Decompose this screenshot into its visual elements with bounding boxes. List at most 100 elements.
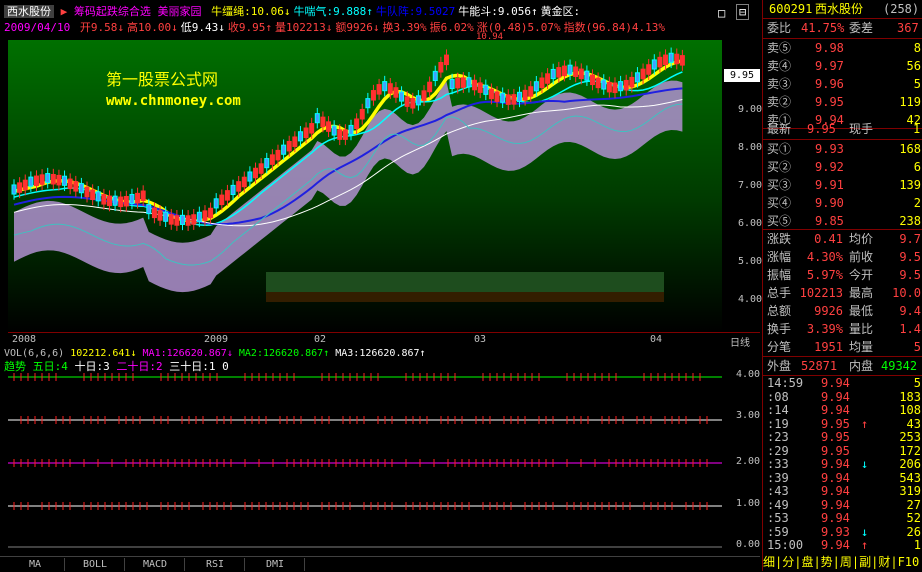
trend-10day-value: 3 [103, 360, 110, 373]
price-tick: 7.00 [738, 180, 763, 191]
tab-ma[interactable]: MA [6, 558, 65, 571]
indicator-2: 牛队阵:9.5027 [375, 5, 456, 18]
quote-0: 开9.58↓ [79, 21, 124, 34]
candle-body [281, 144, 287, 155]
candle-body [500, 92, 506, 103]
signal-tick: 1.00 [736, 498, 761, 509]
formula-name-1[interactable]: 筹码起跌综合选 [74, 5, 151, 18]
tick-t: :14 [767, 403, 789, 417]
candle-body [640, 68, 646, 80]
hand-label: 现手 [849, 122, 874, 136]
candle-body [601, 79, 607, 90]
trend-0-value: 0 [222, 360, 229, 373]
candle-body [337, 129, 343, 140]
arrow-down-icon: ↓ [226, 348, 233, 359]
signal-tick: 0.00 [736, 539, 761, 550]
candle-body [533, 81, 539, 92]
tick-v: 183 [899, 389, 921, 404]
trend-10day-label: 十日: [74, 360, 104, 373]
candle-body [432, 70, 438, 82]
tick-p: 9.94 [821, 470, 850, 485]
arrow-down-icon: ↓ [130, 348, 137, 359]
stat-l2: 前收 [849, 250, 874, 264]
trend-5day-label: 五日: [32, 360, 62, 373]
candle-body [191, 214, 197, 225]
tick-t: :23 [767, 430, 789, 444]
candle-body [168, 214, 174, 225]
candle-body [561, 65, 567, 77]
current-price-marker: 9.95 [724, 69, 760, 82]
trend-30day-label: 三十日: [169, 360, 209, 373]
candle-body [399, 91, 405, 102]
stat-l1: 涨跌 [767, 232, 792, 246]
stat-v2: 9.5 [899, 250, 921, 264]
candle-body [106, 195, 112, 207]
latest-label: 最新 [767, 122, 792, 136]
trend-20day-value: 2 [156, 360, 163, 373]
tick-p: 9.94 [821, 538, 850, 552]
restore-icon[interactable]: ⊟ [736, 4, 750, 20]
stat-l1: 换手 [767, 322, 792, 336]
stat-v2: 9.4 [899, 304, 921, 318]
candle-body [438, 62, 444, 73]
formula-name-2[interactable]: 美丽家园 [158, 5, 202, 18]
candle-body [545, 73, 551, 84]
sell-level-vol: 8 [913, 41, 921, 55]
candle-body [511, 94, 517, 105]
buy-level-label: 买② [767, 160, 792, 174]
volume-indicator-line: VOL(6,6,6) 102212.641↓ MA1:126620.867↓ M… [4, 347, 760, 360]
tick-t: :49 [767, 497, 789, 512]
tick-v: 172 [899, 443, 921, 458]
stock-name[interactable]: 西水股份 [4, 5, 54, 18]
candle-body [663, 54, 669, 66]
stat-l2: 今开 [849, 268, 874, 282]
candle-body [410, 98, 416, 109]
indicator-tabs: MA BOLL MACD RSI DMI [0, 556, 760, 572]
buy-level-vol: 238 [899, 214, 921, 228]
buy-level-label: 买④ [767, 196, 792, 210]
tick-a: ↓ [861, 524, 869, 539]
price-tick: 4.00 [738, 294, 763, 305]
tick-t: :29 [767, 443, 789, 458]
candle-body [253, 167, 259, 179]
candle-body [634, 72, 640, 83]
trend-signal-chart[interactable] [8, 373, 722, 553]
stat-v1: 0.41 [814, 232, 843, 246]
candle-body [28, 176, 34, 187]
watermark-title: 第一股票公式网 [106, 70, 219, 89]
buy-level-price: 9.91 [815, 178, 844, 192]
buy-level-vol: 168 [899, 142, 921, 156]
vol-ma1: MA1:126620.867 [142, 348, 227, 359]
tick-p: 9.94 [821, 484, 850, 498]
candle-body [370, 90, 376, 101]
inner-label: 内盘 [849, 359, 874, 373]
tick-t: :08 [767, 389, 789, 404]
tick-v: 1 [913, 538, 921, 552]
watermark-url: www.chnmoney.com [106, 93, 241, 109]
candle-body [359, 108, 365, 120]
panel-tabs[interactable]: 细|分|盘|势|周|副|财|F10|论 [763, 553, 922, 571]
stock-code: 600291 [769, 2, 813, 16]
candle-body [556, 67, 562, 78]
vol-ma3: MA3:126620.867 [335, 348, 420, 359]
candle-body [387, 83, 393, 94]
stat-l1: 分笔 [767, 340, 792, 354]
candle-body [326, 121, 332, 132]
quote-panel: 600291 西水股份 (258) 委比 41.75% 委差 367 卖⑤ 9.9… [762, 0, 922, 571]
tab-dmi[interactable]: DMI [246, 558, 305, 571]
date-tick: 03 [474, 334, 487, 345]
stat-l1: 总额 [767, 304, 792, 318]
tab-rsi[interactable]: RSI [186, 558, 245, 571]
tab-boll[interactable]: BOLL [66, 558, 125, 571]
candle-body [129, 193, 135, 205]
window-icon[interactable]: □ [718, 6, 725, 20]
tab-macd[interactable]: MACD [126, 558, 185, 571]
tick-p: 9.95 [821, 416, 850, 431]
sell-level-label: 卖② [767, 95, 792, 109]
sell-level-price: 9.95 [815, 95, 844, 109]
candle-body [657, 56, 663, 68]
candle-body [629, 76, 635, 88]
signal-tick: 3.00 [736, 410, 761, 421]
signal-axis: 4.00 3.00 2.00 1.00 0.00 [722, 369, 761, 553]
candle-body [202, 210, 208, 221]
